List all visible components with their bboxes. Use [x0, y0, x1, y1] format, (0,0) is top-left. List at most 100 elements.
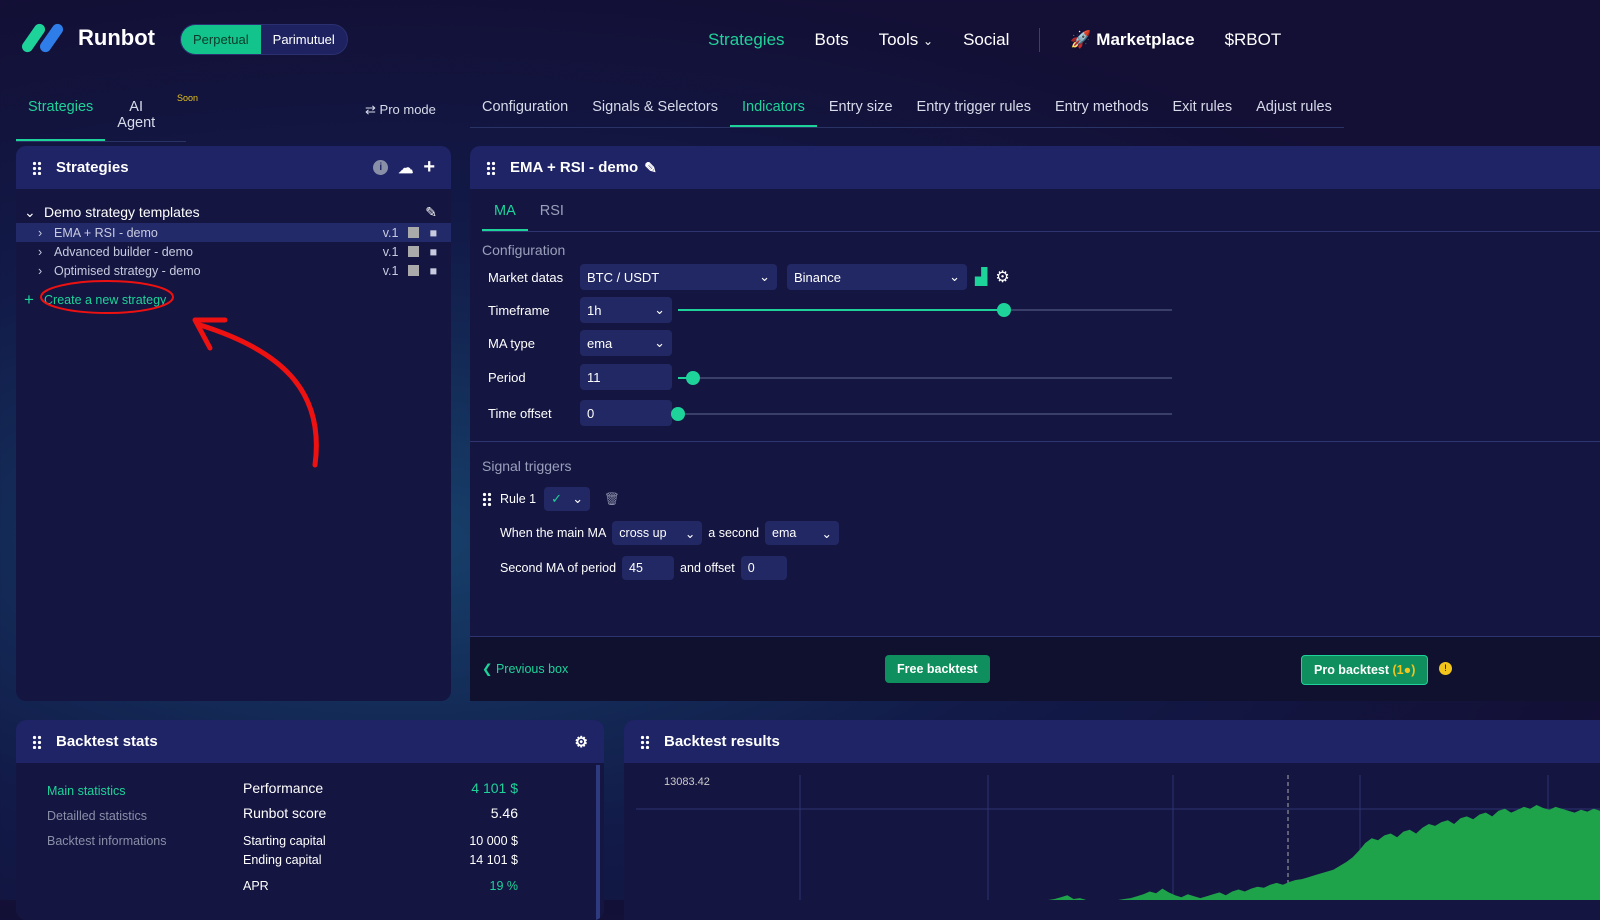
edit-icon[interactable]: ✎ [644, 159, 657, 177]
slider-knob[interactable] [671, 407, 685, 421]
folder-icon[interactable]: ■ [429, 264, 437, 278]
rocket-icon: 🚀 [1070, 30, 1092, 49]
nav-token[interactable]: $RBOT [1225, 30, 1282, 50]
pro-mode-toggle[interactable]: ⇄ Pro mode [365, 102, 436, 118]
period-row: Period 11 [488, 364, 672, 390]
chevron-down-icon: ⌄ [684, 526, 696, 541]
field-label: Timeframe [488, 302, 550, 318]
left-tabs: Strategies AI Agent Soon [16, 93, 198, 142]
checkbox[interactable] [408, 246, 420, 257]
trash-icon[interactable]: 🗑 [604, 492, 620, 507]
chevron-right-icon: › [38, 244, 43, 259]
group-header[interactable]: ⌄ Demo strategy templates ✎ [16, 201, 451, 223]
stats-menu-detailed[interactable]: Detailled statistics [47, 804, 167, 829]
strategy-item[interactable]: › EMA + RSI - demo v.1 ■ [16, 223, 451, 242]
nav-social[interactable]: Social [963, 30, 1009, 50]
checkbox[interactable] [408, 227, 420, 238]
rule-period-row: Second MA of period 45 and offset 0 [500, 556, 787, 580]
folder-icon[interactable]: ■ [429, 245, 437, 259]
chevron-right-icon: › [38, 225, 43, 240]
divider [1039, 28, 1041, 52]
tab-ai-agent[interactable]: AI Agent Soon [105, 93, 198, 141]
cross-value: cross up [619, 526, 667, 540]
stat-label: Ending capital [243, 853, 322, 867]
nav-strategies[interactable]: Strategies [708, 30, 785, 50]
tab-entry-methods[interactable]: Entry methods [1043, 99, 1161, 127]
free-backtest-button[interactable]: Free backtest [885, 655, 990, 683]
pro-backtest-button[interactable]: Pro backtest (1●) [1301, 655, 1429, 685]
slider-knob[interactable] [685, 371, 700, 385]
nav-marketplace[interactable]: 🚀 Marketplace [1070, 30, 1194, 50]
edit-icon[interactable]: ✎ [425, 204, 437, 221]
results-header: Backtest results [624, 720, 1600, 763]
stat-value: 4 101 $ [471, 780, 518, 796]
nav-bots[interactable]: Bots [815, 30, 849, 50]
pair-value: BTC / USDT [587, 269, 660, 285]
tab-configuration[interactable]: Configuration [470, 99, 580, 127]
rule-header: Rule 1 ✓ ⌄ 🗑 [482, 487, 620, 511]
gear-icon[interactable]: ⚙ [575, 733, 588, 751]
drag-handle-icon[interactable] [32, 734, 42, 749]
timeframe-select[interactable]: 1h ⌄ [580, 297, 672, 323]
chevron-down-icon: ⌄ [654, 302, 665, 317]
rule-enabled-select[interactable]: ✓ ⌄ [544, 487, 591, 511]
gear-icon[interactable]: ⚙ [995, 267, 1009, 287]
logo[interactable]: Runbot [19, 21, 155, 55]
pair-select[interactable]: BTC / USDT ⌄ [580, 264, 777, 290]
tab-exit-rules[interactable]: Exit rules [1160, 99, 1244, 127]
slider-knob[interactable] [997, 303, 1012, 317]
chart-icon[interactable]: ▟ [975, 267, 987, 287]
field-label: Time offset [488, 405, 552, 421]
pro-mode-label: Pro mode [379, 102, 436, 117]
tab-entry-size[interactable]: Entry size [817, 99, 905, 127]
info-icon[interactable]: i [373, 160, 389, 175]
nav-tools[interactable]: Tools ⌄ [879, 30, 933, 50]
second-type-select[interactable]: ema ⌄ [765, 521, 840, 545]
mode-parimutuel[interactable]: Parimutuel [261, 25, 347, 54]
cloud-download-icon[interactable]: ☁ [398, 159, 413, 177]
coin-icon: ● [1403, 663, 1412, 677]
checkbox[interactable] [408, 265, 420, 276]
offset-slider[interactable] [671, 407, 1172, 421]
market-row: Market datas BTC / USDT ⌄ Binance ⌄ ▟ ⚙ [488, 264, 1010, 290]
strategy-name: Advanced builder - demo [54, 244, 193, 259]
tab-rsi[interactable]: RSI [528, 203, 576, 231]
offset-input[interactable]: 0 [580, 400, 672, 426]
tab-signals[interactable]: Signals & Selectors [580, 99, 730, 127]
mode-perpetual[interactable]: Perpetual [181, 25, 261, 54]
second-period-input[interactable]: 45 [622, 556, 675, 580]
drag-handle-icon[interactable] [482, 492, 492, 506]
timeframe-slider[interactable] [678, 303, 1172, 317]
add-icon[interactable]: + [423, 156, 435, 179]
soon-badge: Soon [176, 93, 198, 103]
pro-count-value: (1 [1392, 663, 1404, 677]
folder-icon[interactable]: ■ [429, 226, 437, 240]
second-offset-input[interactable]: 0 [740, 556, 787, 580]
version: v.1 [382, 225, 399, 240]
second-type-value: ema [772, 526, 797, 540]
drag-handle-icon[interactable] [486, 160, 496, 175]
period-slider[interactable] [678, 371, 1172, 385]
stat-value: 5.46 [490, 805, 518, 821]
brand-name: Runbot [78, 25, 155, 50]
drag-handle-icon[interactable] [640, 734, 650, 749]
tab-adjust-rules[interactable]: Adjust rules [1244, 99, 1344, 127]
stats-menu-info[interactable]: Backtest informations [47, 829, 167, 854]
matype-select[interactable]: ema ⌄ [580, 330, 672, 356]
info-icon[interactable]: ! [1439, 662, 1452, 675]
tab-indicators[interactable]: Indicators [729, 99, 817, 127]
period-input[interactable]: 11 [580, 364, 672, 390]
strategy-item[interactable]: › Advanced builder - demo v.1 ■ [16, 242, 451, 261]
drag-handle-icon[interactable] [32, 160, 42, 175]
exchange-select[interactable]: Binance ⌄ [787, 264, 967, 290]
tab-strategies[interactable]: Strategies [16, 99, 106, 141]
scrollbar[interactable] [596, 765, 600, 920]
mode-toggle[interactable]: Perpetual Parimutuel [180, 24, 348, 55]
chevron-down-icon: ⌄ [572, 491, 584, 506]
tab-entry-trigger-rules[interactable]: Entry trigger rules [905, 99, 1043, 127]
stats-menu-main[interactable]: Main statistics [47, 779, 167, 804]
panel-title: Backtest results [664, 733, 780, 750]
previous-box-button[interactable]: ❮ Previous box [482, 661, 568, 676]
cross-select[interactable]: cross up ⌄ [612, 521, 703, 545]
tab-ma[interactable]: MA [482, 203, 528, 231]
